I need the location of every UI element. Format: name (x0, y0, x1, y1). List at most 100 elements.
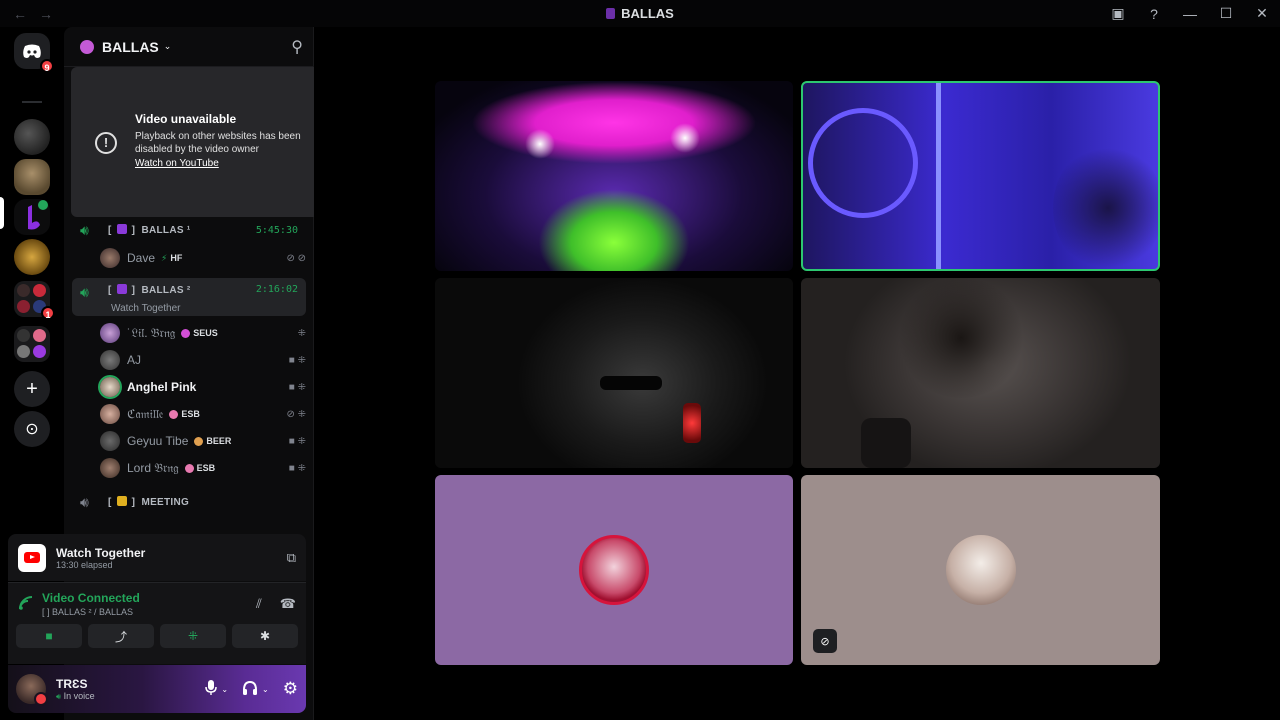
call-duration: 2:16:02 (255, 284, 298, 295)
headset-icon[interactable] (242, 680, 258, 699)
invite-people-icon[interactable]: ⚲ (291, 37, 303, 57)
avatar[interactable] (16, 674, 48, 706)
server-icon[interactable] (14, 119, 50, 155)
voice-member[interactable]: Geyuu Tibe BEER ■ ⁜ (100, 429, 306, 453)
server-icon-ballas[interactable] (14, 199, 50, 235)
activities-button[interactable]: ⁜ (160, 624, 226, 648)
discord-logo-icon (23, 44, 41, 58)
inbox-icon[interactable]: ▣ (1100, 0, 1136, 27)
channel-emoji-icon (116, 284, 127, 294)
user-info[interactable]: TRƐS 🔊︎ In voice (56, 677, 95, 702)
window-title-text: BALLAS (621, 6, 674, 21)
speaker-icon: 🔊︎ (56, 691, 62, 701)
avatar (579, 535, 649, 605)
server-icon-prestige[interactable] (14, 239, 50, 275)
back-arrow-icon[interactable]: ← (13, 6, 27, 22)
bracket: ] (131, 285, 136, 296)
video-tile[interactable] (801, 278, 1160, 468)
guild-name: BALLAS (102, 38, 159, 55)
home-button[interactable]: 9 (14, 33, 54, 73)
voice-channel-path[interactable]: [ ] BALLAS ² / BALLAS (42, 607, 140, 617)
help-icon[interactable]: ? (1136, 0, 1172, 27)
member-status-icons: ⊘ ⊘ (286, 252, 306, 264)
server-folder[interactable] (14, 326, 50, 362)
voice-member[interactable]: AJ ■ ⁜ (100, 348, 306, 372)
chevron-down-icon: ⌄ (163, 41, 172, 51)
forward-arrow-icon[interactable]: → (39, 6, 53, 22)
noise-suppression-icon[interactable]: ⫽ (256, 596, 262, 612)
channel-activity-label: Watch Together (111, 303, 181, 314)
member-name: ˙𝔏𝔦𝔩. 𝔅𝔯𝔫𝔤 (127, 325, 176, 340)
tag-icon (181, 328, 191, 338)
popout-icon[interactable]: ⧉ (287, 550, 296, 566)
selected-server-pill (0, 197, 4, 229)
audio-tile[interactable] (435, 475, 793, 665)
person-silhouette (1053, 143, 1158, 269)
channel-label: MEETING (141, 497, 190, 508)
tag-icon (169, 409, 179, 419)
history-nav: ← → (0, 6, 53, 22)
voice-member[interactable]: Anghel Pink ■ ⁜ (100, 375, 306, 399)
member-name: Anghel Pink (127, 380, 197, 394)
screenshare-button[interactable]: ⤴ (88, 624, 154, 648)
bracket: ] (131, 225, 136, 236)
channel-emoji-icon (116, 224, 127, 234)
user-panel: TRƐS 🔊︎ In voice ⌄ ⌄ ⚙ (8, 665, 306, 713)
voice-member[interactable]: ˙𝔏𝔦𝔩. 𝔅𝔯𝔫𝔤 SEUS ⁜ (100, 321, 306, 345)
embedded-video-player[interactable]: ! Video unavailable Playback on other we… (71, 67, 355, 217)
disconnect-icon[interactable]: ☎ (280, 596, 296, 612)
microphone-icon[interactable] (205, 679, 218, 699)
avatar (100, 431, 120, 451)
member-status-icons: ■ ⁜ (288, 354, 306, 366)
window-title: BALLAS (0, 6, 1280, 21)
voice-member[interactable]: Lord 𝔅𝔯𝔫𝔤 ESB ■ ⁜ (100, 456, 306, 480)
fan-ring (808, 108, 918, 218)
speaker-icon: 🔊︎ (80, 284, 89, 300)
speaker-icon: 🔊︎ (80, 493, 89, 510)
speaker-icon: 🔊︎ (80, 221, 89, 238)
watch-on-youtube-link[interactable]: Watch on YouTube (135, 158, 219, 169)
video-error-message: Playback on other websites has been disa… (135, 131, 301, 155)
soundboard-button[interactable]: ✱ (232, 624, 298, 648)
minimize-icon[interactable]: — (1172, 0, 1208, 27)
voice-channel-meeting[interactable]: 🔊︎ [] MEETING (72, 485, 306, 519)
chevron-down-icon[interactable]: ⌄ (221, 685, 228, 694)
member-name: Geyuu Tibe (127, 434, 189, 448)
video-tile[interactable] (435, 278, 793, 468)
voice-channel-ballas-1[interactable]: 🔊︎ [] BALLAS ¹ 5:45:30 (72, 213, 306, 247)
light-highlight (670, 123, 700, 153)
window-controls: ▣ ? — ☐ ✕ (1100, 0, 1280, 27)
discover-button[interactable]: ⊙ (14, 411, 50, 447)
server-folder[interactable]: 1 (14, 281, 55, 320)
tag-label: BEER (206, 436, 232, 446)
avatar (100, 458, 120, 478)
member-status-icons: ■ ⁜ (288, 462, 306, 474)
channel-name: [] MEETING (108, 496, 189, 508)
tag-label: ESB (196, 463, 216, 473)
video-grid: ⊘ (314, 27, 1280, 720)
settings-gear-icon[interactable]: ⚙ (283, 679, 298, 699)
camera-button[interactable]: ■ (16, 624, 82, 648)
maximize-icon[interactable]: ☐ (1208, 0, 1244, 27)
close-icon[interactable]: ✕ (1244, 0, 1280, 27)
server-tag: BEER (194, 436, 231, 446)
title-bar: ← → BALLAS ▣ ? — ☐ ✕ (0, 0, 1280, 27)
voice-member[interactable]: Dave ⚡︎ HF ⊘ ⊘ (100, 246, 306, 270)
voice-channel-ballas-2[interactable]: 🔊︎ [] BALLAS ² 2:16:02 Watch Together (72, 278, 306, 316)
channel-emoji-icon (606, 8, 616, 19)
connection-signal-icon[interactable] (18, 595, 42, 614)
bracket: [ (108, 497, 112, 508)
video-tile[interactable] (435, 81, 793, 271)
add-server-button[interactable]: + (14, 371, 50, 407)
bracket: [ (108, 225, 112, 236)
chevron-down-icon[interactable]: ⌄ (262, 685, 269, 694)
lock-icon (116, 496, 127, 506)
audio-tile[interactable]: ⊘ (801, 475, 1160, 665)
voice-status[interactable]: Video Connected (42, 591, 140, 605)
bolt-icon: ⚡︎ (161, 252, 168, 263)
voice-member[interactable]: ℭ𝔞𝔪𝔦𝔩𝔩𝔢 ESB ⊘ ⁜ (100, 402, 306, 426)
server-icon[interactable] (14, 159, 50, 195)
guild-header[interactable]: BALLAS ⌄ ⚲ (64, 27, 313, 67)
video-tile-speaking[interactable] (801, 81, 1160, 271)
activity-title: Watch Together (56, 545, 146, 560)
